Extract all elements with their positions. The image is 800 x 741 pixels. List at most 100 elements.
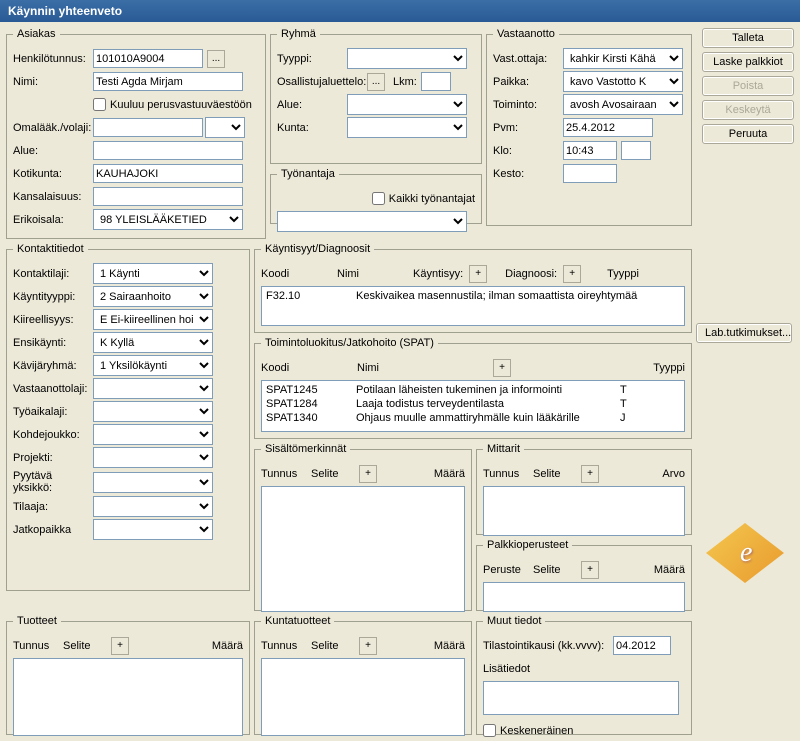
asiakas-alue-label: Alue: — [13, 145, 93, 157]
kaikki-tyonantajat-checkbox[interactable] — [372, 192, 385, 205]
pvm-label: Pvm: — [493, 122, 563, 134]
kunta-hdr-maara: Määrä — [434, 640, 465, 652]
omalaak-input[interactable] — [93, 118, 203, 137]
palkkio-legend: Palkkioperusteet — [483, 539, 572, 551]
palkkio-list[interactable] — [483, 582, 685, 612]
kesto-input[interactable] — [563, 164, 617, 183]
vastaanotto-group: Vastaanotto Vast.ottaja: kahkir Kirsti K… — [486, 28, 692, 226]
mittarit-hdr-arvo: Arvo — [662, 468, 685, 480]
poista-button[interactable]: Poista — [702, 76, 794, 96]
keskeyta-button[interactable]: Keskeytä — [702, 100, 794, 120]
palkkio-add-button[interactable]: + — [581, 561, 599, 579]
ryhma-alue-select[interactable] — [347, 94, 467, 115]
ensikaynti-select[interactable]: K Kyllä — [93, 332, 213, 353]
tuotteet-hdr-maara: Määrä — [212, 640, 243, 652]
kavijaryhma-select[interactable]: 1 Yksilökäynti — [93, 355, 213, 376]
toim-row[interactable]: SPAT1340Ohjaus muulle ammattiryhmälle ku… — [266, 411, 680, 425]
ensikaynti-label: Ensikäynti: — [13, 337, 93, 349]
tilaaja-select[interactable] — [93, 496, 213, 517]
erikoisala-label: Erikoisala: — [13, 214, 93, 226]
klo-input-2[interactable] — [621, 141, 651, 160]
kunta-select[interactable] — [347, 117, 467, 138]
tyyppi-select[interactable] — [347, 48, 467, 69]
tuotteet-legend: Tuotteet — [13, 615, 61, 627]
klo-input[interactable] — [563, 141, 617, 160]
tuotteet-hdr-tunnus: Tunnus — [13, 640, 59, 652]
diagnoosi-add-button[interactable]: + — [563, 265, 581, 283]
paikka-select[interactable]: kavo Vastotto K — [563, 71, 683, 92]
lab-button[interactable]: Lab.tutkimukset... — [696, 323, 792, 343]
toiminto-select[interactable]: avosh Avosairaan — [563, 94, 683, 115]
kunta-hdr-selite: Selite — [311, 640, 355, 652]
kohdejoukko-select[interactable] — [93, 424, 213, 445]
lkm-input[interactable] — [421, 72, 451, 91]
jatkopaikka-label: Jatkopaikka — [13, 524, 93, 536]
omalaak-select[interactable] — [205, 117, 245, 138]
toim-list[interactable]: SPAT1245Potilaan läheisten tukeminen ja … — [261, 380, 685, 432]
pyytava-select[interactable] — [93, 472, 213, 493]
keskenerainen-checkbox[interactable] — [483, 724, 496, 737]
sisalto-hdr-tunnus: Tunnus — [261, 468, 307, 480]
klo-label: Klo: — [493, 145, 563, 157]
kayntityyppi-select[interactable]: 2 Sairaanhoito — [93, 286, 213, 307]
paikka-label: Paikka: — [493, 76, 563, 88]
palkkio-hdr-maara: Määrä — [654, 564, 685, 576]
erikoisala-select[interactable]: 98 YLEISLÄÄKETIED — [93, 209, 243, 230]
sisalto-add-button[interactable]: + — [359, 465, 377, 483]
toim-hdr-koodi: Koodi — [261, 362, 351, 374]
asiakas-legend: Asiakas — [13, 28, 60, 40]
kayntisyyt-hdr-tyyppi: Tyyppi — [607, 268, 639, 280]
vastaanottolaji-select[interactable] — [93, 378, 213, 399]
peruuta-button[interactable]: Peruuta — [702, 124, 794, 144]
henkilotunnus-lookup-button[interactable]: ... — [207, 50, 225, 68]
vastottaja-select[interactable]: kahkir Kirsti Kähä — [563, 48, 683, 69]
toim-add-button[interactable]: + — [493, 359, 511, 377]
sisalto-list[interactable] — [261, 486, 465, 612]
kotikunta-input[interactable] — [93, 164, 243, 183]
jatkopaikka-select[interactable] — [93, 519, 213, 540]
tuotteet-list[interactable] — [13, 658, 243, 736]
kayntisyy-add-button[interactable]: + — [469, 265, 487, 283]
tuotteet-add-button[interactable]: + — [111, 637, 129, 655]
muut-legend: Muut tiedot — [483, 615, 545, 627]
toim-row[interactable]: SPAT1245Potilaan läheisten tukeminen ja … — [266, 383, 680, 397]
perusvast-checkbox[interactable] — [93, 98, 106, 111]
muut-group: Muut tiedot Tilastointikausi (kk.vvvv): … — [476, 615, 692, 735]
tyonantaja-select[interactable] — [277, 211, 467, 232]
kayntisyyt-list[interactable]: F32.10 Keskivaikea masennustila; ilman s… — [261, 286, 685, 326]
toimintoluokitus-group: Toimintoluokitus/Jatkohoito (SPAT) Koodi… — [254, 337, 692, 439]
mittarit-list[interactable] — [483, 486, 685, 536]
vastaanottolaji-label: Vastaanottolaji: — [13, 383, 93, 395]
pvm-input[interactable] — [563, 118, 653, 137]
lisatiedot-textarea[interactable] — [483, 681, 679, 715]
toim-row[interactable]: SPAT1284Laaja todistus terveydentilastaT — [266, 397, 680, 411]
kontaktilaji-select[interactable]: 1 Käynti — [93, 263, 213, 284]
laske-palkkiot-button[interactable]: Laske palkkiot — [702, 52, 794, 72]
toimintoluokitus-legend: Toimintoluokitus/Jatkohoito (SPAT) — [261, 337, 438, 349]
osallistuja-button[interactable]: ... — [367, 73, 385, 91]
mittarit-add-button[interactable]: + — [581, 465, 599, 483]
kuntatuotteet-legend: Kuntatuotteet — [261, 615, 334, 627]
talleta-button[interactable]: Talleta — [702, 28, 794, 48]
palkkio-group: Palkkioperusteet Peruste Selite + Määrä — [476, 539, 692, 611]
tilastointi-input[interactable] — [613, 636, 671, 655]
kansalaisuus-input[interactable] — [93, 187, 243, 206]
toiminto-label: Toiminto: — [493, 99, 563, 111]
mittarit-hdr-selite: Selite — [533, 468, 577, 480]
kesto-label: Kesto: — [493, 168, 563, 180]
kayntisyyt-row-koodi: F32.10 — [266, 290, 356, 302]
sisaltomerk-legend: Sisältömerkinnät — [261, 443, 350, 455]
asiakas-alue-input[interactable] — [93, 141, 243, 160]
tyyppi-label: Tyyppi: — [277, 53, 347, 65]
nimi-input[interactable] — [93, 72, 243, 91]
kayntisyyt-legend: Käyntisyyt/Diagnoosit — [261, 243, 374, 255]
kontaktitiedot-legend: Kontaktitiedot — [13, 243, 88, 255]
kiireellisyys-select[interactable]: E Ei-kiireellinen hoi — [93, 309, 213, 330]
kavijaryhma-label: Kävijäryhmä: — [13, 360, 93, 372]
tyoaikalaji-select[interactable] — [93, 401, 213, 422]
kunta-add-button[interactable]: + — [359, 637, 377, 655]
palkkio-hdr-peruste: Peruste — [483, 564, 529, 576]
projekti-select[interactable] — [93, 447, 213, 468]
kuntatuotteet-list[interactable] — [261, 658, 465, 736]
henkilotunnus-input[interactable] — [93, 49, 203, 68]
